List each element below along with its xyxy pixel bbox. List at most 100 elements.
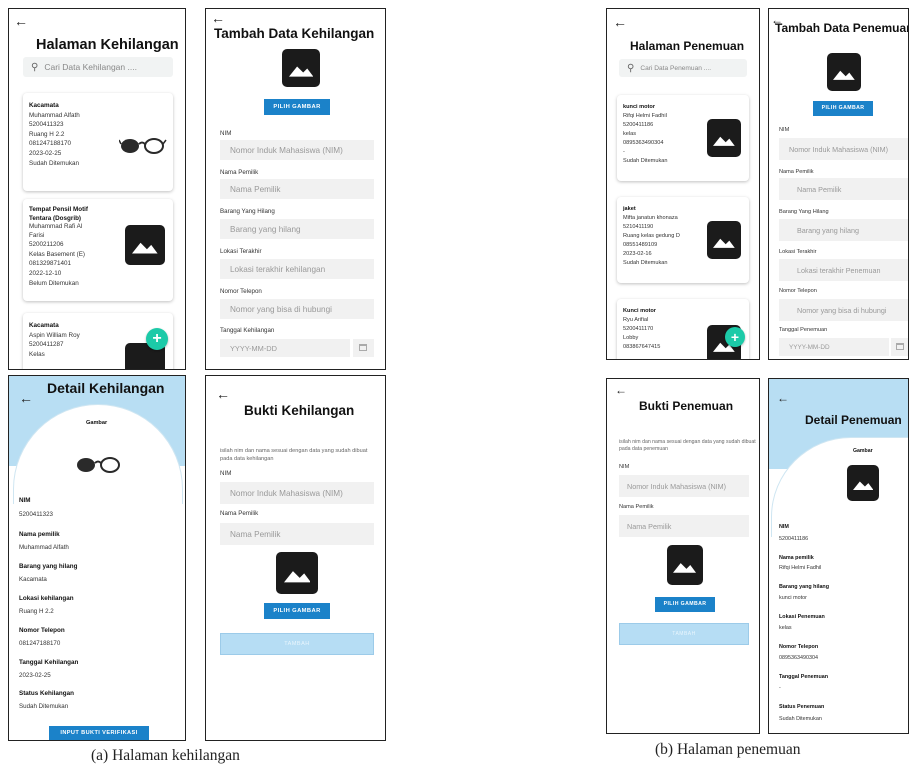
- add-button[interactable]: +: [725, 327, 745, 347]
- owner-name-field[interactable]: Nama Pemilik: [619, 515, 749, 537]
- item-nim: 5200411323: [29, 121, 64, 129]
- image-placeholder-icon: [707, 119, 741, 157]
- nim-field[interactable]: Nomor Induk Mahasiswa (NIM): [220, 140, 374, 160]
- item-phone: 081247188170: [29, 140, 72, 148]
- date-field[interactable]: YYYY-MM-DD: [220, 339, 350, 357]
- instruction-text: isilah nim dan nama sesuai dengan data y…: [220, 448, 368, 462]
- nim-field[interactable]: Nomor Induk Mahasiswa (NIM): [779, 138, 908, 160]
- detail-value: 0895363490304: [779, 655, 818, 661]
- back-arrow-icon[interactable]: ←: [216, 387, 230, 401]
- list-item[interactable]: Kacamata Muhammad Alfath 5200411323 Ruan…: [23, 93, 173, 191]
- pick-image-button[interactable]: PILIH GAMBAR: [264, 603, 330, 619]
- image-placeholder-icon: [667, 545, 703, 585]
- calendar-icon: [896, 343, 904, 350]
- glasses-icon: [77, 457, 120, 473]
- page-title: Halaman Kehilangan: [36, 37, 179, 53]
- detail-value: kunci motor: [779, 595, 807, 601]
- item-nim: 5200411287: [29, 341, 64, 349]
- item-location: Lobby: [623, 335, 639, 341]
- owner-name-field[interactable]: Nama Pemilik: [220, 179, 374, 199]
- lost-item-field[interactable]: Barang yang hilang: [220, 219, 374, 239]
- detail-key: NIM: [19, 497, 31, 504]
- lost-item-field[interactable]: Barang yang hilang: [779, 219, 908, 241]
- back-arrow-icon[interactable]: ←: [777, 391, 789, 405]
- submit-button[interactable]: TAMBAH: [220, 633, 374, 655]
- found-location-field[interactable]: Lokasi terakhir Penemuan: [779, 259, 908, 281]
- field-label: NIM: [779, 127, 790, 133]
- pick-image-button[interactable]: PILIH GAMBAR: [264, 99, 330, 115]
- field-label: NIM: [220, 470, 232, 477]
- item-location: Ruang kelas gedung D: [623, 233, 680, 239]
- item-phone: 081329871401: [29, 260, 72, 268]
- field-label: Barang Yang Hilang: [779, 209, 829, 215]
- detail-key: NIM: [779, 524, 789, 530]
- nim-field[interactable]: Nomor Induk Mahasiswa (NIM): [220, 482, 374, 504]
- last-location-field[interactable]: Lokasi terakhir kehilangan: [220, 259, 374, 279]
- field-label: Nama Pemilik: [220, 510, 259, 517]
- image-label: Gambar: [86, 420, 108, 426]
- item-name: Tempat Pensil Motif: [29, 206, 89, 213]
- image-placeholder-icon: [707, 221, 741, 259]
- screen-lost-add: ← Tambah Data Kehilangan PILIH GAMBAR NI…: [205, 8, 386, 370]
- input-verification-button[interactable]: INPUT BUKTI VERIFIKASI: [49, 726, 149, 740]
- back-arrow-icon[interactable]: ←: [211, 11, 225, 25]
- item-name: Kacamata: [29, 322, 59, 329]
- item-name: Kacamata: [29, 102, 59, 109]
- field-label: Barang Yang Hilang: [220, 208, 275, 215]
- item-phone: 0895363490304: [623, 140, 664, 146]
- image-placeholder-icon: [827, 53, 861, 91]
- add-button[interactable]: +: [146, 328, 168, 350]
- detail-value: 5200411323: [19, 511, 53, 518]
- detail-key: Barang yang hilang: [779, 584, 830, 590]
- item-location: Kelas Basement (E): [29, 250, 85, 258]
- back-arrow-icon[interactable]: ←: [613, 15, 627, 29]
- item-status: Sudah Ditemukan: [623, 158, 668, 164]
- phone-field[interactable]: Nomor yang bisa di hubungi: [220, 299, 374, 319]
- nim-field[interactable]: Nomor Induk Mahasiswa (NIM): [619, 475, 749, 497]
- search-input[interactable]: ⚲ Cari Data Kehilangan ....: [23, 57, 173, 77]
- list-item[interactable]: kunci motor Rifqi Helmi Fadhil 520041118…: [617, 95, 749, 181]
- image-placeholder-icon: [282, 49, 320, 87]
- screen-found-list: ← Halaman Penemuan ⚲ Cari Data Penemuan …: [606, 8, 760, 360]
- phone-field[interactable]: Nomor yang bisa di hubungi: [779, 299, 908, 321]
- page-title: Detail Penemuan: [805, 413, 902, 427]
- item-nim: 5210411190: [623, 224, 654, 230]
- date-picker-button[interactable]: [353, 339, 374, 357]
- pick-image-button[interactable]: PILIH GAMBAR: [655, 597, 715, 612]
- list-item[interactable]: jaket Mifta janatun khonaza 5210411190 R…: [617, 197, 749, 283]
- screen-lost-detail: ← Detail Kehilangan Gambar NIM 520041132…: [8, 375, 186, 741]
- date-field[interactable]: YYYY-MM-DD: [779, 338, 889, 356]
- pick-image-button[interactable]: PILIH GAMBAR: [813, 101, 873, 116]
- item-location: kelas: [623, 131, 637, 137]
- search-input[interactable]: ⚲ Cari Data Penemuan ....: [619, 59, 747, 77]
- caption-right: (b) Halaman penemuan: [655, 741, 801, 758]
- item-name: jaket: [623, 206, 636, 212]
- detail-value: Sudah Ditemukan: [19, 703, 69, 710]
- item-date: -: [623, 149, 625, 155]
- item-location: Ruang H 2.2: [29, 130, 65, 138]
- submit-button[interactable]: TAMBAH: [619, 623, 749, 645]
- back-arrow-icon[interactable]: ←: [14, 14, 28, 28]
- screen-lost-proof: ← Bukti Kehilangan isilah nim dan nama s…: [205, 375, 386, 741]
- item-date: 2023-02-25: [29, 149, 62, 157]
- detail-value: Sudah Ditemukan: [779, 716, 822, 722]
- instruction-text: isilah nim dan nama sesuai dengan data y…: [619, 439, 756, 452]
- field-label: Lokasi Terakhir: [779, 249, 817, 255]
- item-nim: 5200211206: [29, 241, 64, 249]
- item-name-cont: Tentara (Dosgrib): [29, 214, 82, 222]
- owner-name-field[interactable]: Nama Pemilik: [220, 523, 374, 545]
- detail-value: Rifqi Helmi Fadhil: [779, 565, 822, 571]
- owner-name-field[interactable]: Nama Pemilik: [779, 178, 908, 200]
- item-status: Sudah Ditemukan: [623, 260, 668, 266]
- list-item[interactable]: Tempat Pensil Motif Tentara (Dosgrib) Mu…: [23, 199, 173, 301]
- back-arrow-icon[interactable]: ←: [615, 383, 627, 397]
- field-label: Tanggal Penemuan: [779, 327, 828, 333]
- detail-key: Barang yang hilang: [19, 563, 78, 570]
- field-label: Nama Pemilik: [779, 169, 814, 175]
- search-placeholder: Cari Data Penemuan ....: [640, 64, 712, 72]
- field-label: NIM: [619, 464, 630, 470]
- date-picker-button[interactable]: [891, 338, 908, 356]
- item-status: Belum Ditemukan: [29, 279, 79, 287]
- glasses-icon: [119, 138, 167, 154]
- back-arrow-icon[interactable]: ←: [19, 391, 33, 405]
